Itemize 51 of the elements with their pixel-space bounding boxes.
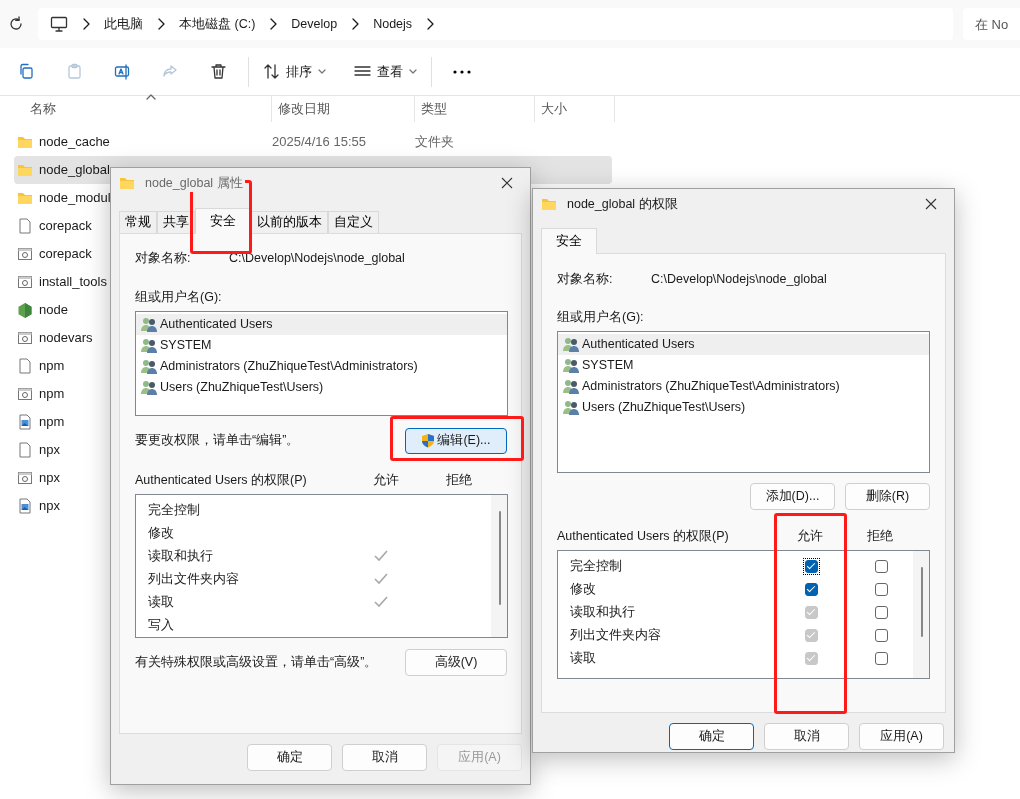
edit-hint: 要更改权限，请单击“编辑”。 — [135, 432, 300, 450]
user-name: Administrators (ZhuZhiqueTest\Administrators) — [582, 377, 840, 395]
permission-name: 读取和执行 — [148, 547, 214, 565]
permission-name: 修改 — [148, 524, 175, 542]
permission-name: 列出文件夹内容 — [148, 570, 240, 588]
user-name: Administrators (ZhuZhiqueTest\Administrators) — [160, 357, 418, 375]
column-header: 拒绝 — [867, 528, 893, 546]
file-name: npx — [39, 441, 60, 460]
permission-name: 完全控制 — [570, 557, 623, 575]
column-header: 允许 — [373, 472, 399, 490]
file-name: node_cache — [39, 133, 110, 152]
column-header: 拒绝 — [446, 472, 472, 490]
file-name: nodevars — [39, 329, 93, 348]
file-name: node_global — [39, 161, 110, 180]
permission-name: 读取 — [570, 649, 597, 667]
file-name: corepack — [39, 217, 92, 236]
permission-name: 写入 — [148, 616, 175, 634]
object-label: 对象名称: — [557, 271, 614, 288]
file-name: npm — [39, 385, 65, 404]
permissions-label: Authenticated Users 的权限(P) — [557, 528, 729, 546]
user-name: Authenticated Users — [582, 335, 695, 353]
permissions-label: Authenticated Users 的权限(P) — [135, 472, 307, 490]
permission-name: 列出文件夹内容 — [570, 626, 662, 644]
user-name: SYSTEM — [582, 356, 634, 374]
file-type: 文件夹 — [415, 133, 454, 152]
object-path: C:\Develop\Nodejs\node_global — [229, 250, 405, 267]
advanced-hint: 有关特殊权限或高级设置，请单击“高级”。 — [135, 653, 378, 671]
groups-label: 组或用户名(G): — [135, 288, 223, 306]
user-name: Users (ZhuZhiqueTest\Users) — [160, 378, 324, 396]
permission-name: 修改 — [570, 580, 597, 598]
object-path: C:\Develop\Nodejs\node_global — [651, 271, 827, 288]
file-name: npm — [39, 357, 65, 376]
file-name: corepack — [39, 245, 92, 264]
user-name: Authenticated Users — [160, 315, 273, 333]
user-name: SYSTEM — [160, 336, 212, 354]
file-name: node — [39, 301, 68, 320]
permission-name: 读取 — [148, 593, 175, 611]
file-name: install_tools — [39, 273, 107, 292]
permission-name: 完全控制 — [148, 501, 201, 519]
file-name: npx — [39, 469, 60, 488]
file-name: npm — [39, 413, 65, 432]
user-name: Users (ZhuZhiqueTest\Users) — [582, 398, 746, 416]
object-label: 对象名称: — [135, 250, 192, 267]
file-name: node_modul — [39, 189, 111, 208]
column-header: 允许 — [797, 528, 823, 546]
modified-date: 2025/4/16 15:55 — [272, 133, 367, 152]
window-title: node_global 的权限 — [565, 194, 680, 214]
file-name: npx — [39, 497, 60, 516]
groups-label: 组或用户名(G): — [557, 308, 645, 326]
window-title: node_global 属性 — [143, 173, 245, 193]
permission-name: 读取和执行 — [570, 603, 636, 621]
